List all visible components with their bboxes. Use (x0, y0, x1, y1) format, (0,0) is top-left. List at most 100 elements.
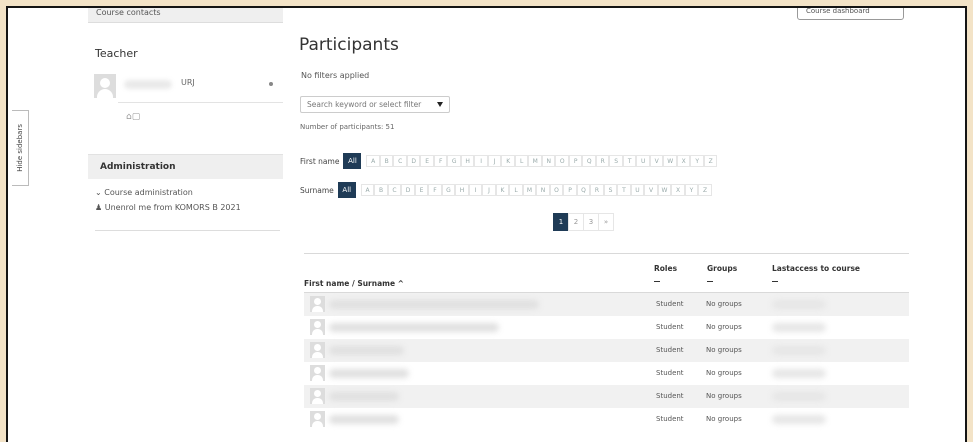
surname-letter-k[interactable]: K (495, 184, 510, 196)
firstname-letter-k[interactable]: K (501, 155, 515, 167)
surname-initials-bar: Surname All ABCDEFGHIJKLMNOPQRSTUVWXYZ (300, 182, 712, 198)
surname-letter-l[interactable]: L (509, 184, 523, 196)
firstname-letter-u[interactable]: U (636, 155, 650, 167)
surname-letter-y[interactable]: Y (684, 184, 699, 196)
column-name-header[interactable]: First name / Surname ^ (304, 279, 404, 288)
page-3-button[interactable]: 3 (583, 213, 599, 231)
surname-letter-a[interactable]: A (360, 184, 375, 196)
firstname-letter-b[interactable]: B (379, 155, 394, 167)
surname-letter-t[interactable]: T (617, 184, 631, 196)
participant-count: Number of participants: 51 (300, 123, 395, 131)
surname-letter-x[interactable]: X (671, 184, 685, 196)
user-icon: ♟ (95, 203, 105, 212)
participant-name-redacted[interactable] (329, 392, 399, 401)
participant-group: No groups (706, 369, 742, 377)
course-dashboard-button[interactable]: Course dashboard (797, 8, 904, 20)
administration-header: Administration (88, 154, 283, 179)
surname-letter-b[interactable]: B (374, 184, 388, 196)
caret-down-icon (437, 102, 443, 107)
firstname-letter-n[interactable]: N (541, 155, 556, 167)
participant-role: Student (656, 346, 684, 354)
teacher-contact[interactable]: URJ ⌂▢ (88, 70, 283, 122)
firstname-letter-v[interactable]: V (649, 155, 664, 167)
surname-letter-p[interactable]: P (563, 184, 577, 196)
participant-group: No groups (706, 346, 742, 354)
surname-letter-f[interactable]: F (428, 184, 442, 196)
course-administration-link[interactable]: ⌄ Course administration (95, 188, 283, 197)
firstname-letter-e[interactable]: E (420, 155, 434, 167)
participant-name-redacted[interactable] (329, 300, 539, 309)
firstname-letter-d[interactable]: D (406, 155, 421, 167)
message-icon[interactable]: ⌂▢ (126, 112, 140, 122)
firstname-letter-a[interactable]: A (366, 155, 380, 167)
hide-sidebars-label: Hide sidebars (16, 124, 24, 172)
surname-letter-o[interactable]: O (549, 184, 564, 196)
filter-select[interactable]: Search keyword or select filter (300, 96, 450, 113)
teacher-name[interactable]: URJ (181, 78, 195, 87)
firstname-letter-w[interactable]: W (663, 155, 677, 167)
firstname-letter-p[interactable]: P (568, 155, 583, 167)
chevron-down-icon: ⌄ (95, 188, 105, 197)
unenrol-link[interactable]: ♟ Unenrol me from KOMORS B 2021 (95, 203, 283, 212)
surname-letter-u[interactable]: U (630, 184, 645, 196)
surname-letter-e[interactable]: E (414, 184, 429, 196)
surname-letter-j[interactable]: J (482, 184, 496, 196)
surname-label: Surname (300, 185, 334, 195)
participant-group: No groups (706, 415, 742, 423)
firstname-letter-t[interactable]: T (622, 155, 637, 167)
firstname-letter-s[interactable]: S (609, 155, 623, 167)
surname-all-button[interactable]: All (337, 182, 356, 198)
table-body: Student No groups Student No groups Student N… (304, 293, 909, 431)
table-row: Student No groups (304, 362, 909, 385)
avatar (310, 365, 325, 381)
surname-letter-h[interactable]: H (455, 184, 469, 196)
surname-letter-d[interactable]: D (401, 184, 415, 196)
firstname-letter-c[interactable]: C (393, 155, 407, 167)
surname-letter-s[interactable]: S (603, 184, 618, 196)
firstname-letter-f[interactable]: F (433, 155, 448, 167)
firstname-letter-z[interactable]: Z (703, 155, 718, 167)
participant-name-redacted[interactable] (329, 323, 499, 332)
firstname-letter-r[interactable]: R (595, 155, 610, 167)
hide-sidebars-button[interactable]: Hide sidebars (12, 110, 29, 186)
participant-group: No groups (706, 323, 742, 331)
surname-letter-c[interactable]: C (387, 184, 402, 196)
avatar (310, 319, 325, 335)
participant-role: Student (656, 300, 684, 308)
firstname-letter-i[interactable]: I (474, 155, 488, 167)
firstname-letter-q[interactable]: Q (582, 155, 596, 167)
sidebar-divider (95, 230, 280, 231)
firstname-letter-y[interactable]: Y (690, 155, 704, 167)
participant-name-redacted[interactable] (329, 415, 399, 424)
firstname-letter-l[interactable]: L (514, 155, 529, 167)
participant-name-redacted[interactable] (329, 346, 404, 355)
no-filters-text: No filters applied (301, 71, 370, 80)
browser-frame: Hide sidebars Course contacts Teacher UR… (6, 6, 967, 442)
page-1-button[interactable]: 1 (553, 213, 569, 231)
firstname-letter-h[interactable]: H (460, 155, 475, 167)
column-lastaccess-header[interactable]: Lastaccess to course (772, 264, 860, 282)
next-page-button[interactable]: » (598, 213, 614, 231)
firstname-letter-m[interactable]: M (528, 155, 542, 167)
teacher-divider (118, 102, 283, 103)
firstname-initials-bar: First name All ABCDEFGHIJKLMNOPQRSTUVWXY… (300, 153, 718, 169)
firstname-letter-x[interactable]: X (676, 155, 691, 167)
firstname-letter-g[interactable]: G (447, 155, 461, 167)
surname-letter-q[interactable]: Q (576, 184, 591, 196)
surname-letter-r[interactable]: R (590, 184, 604, 196)
firstname-all-button[interactable]: All (343, 153, 362, 169)
participant-name-redacted[interactable] (329, 369, 409, 378)
surname-letter-n[interactable]: N (536, 184, 550, 196)
firstname-letter-o[interactable]: O (555, 155, 569, 167)
last-access-redacted (772, 346, 826, 355)
surname-letter-w[interactable]: W (657, 184, 672, 196)
avatar (310, 296, 325, 312)
firstname-letter-j[interactable]: J (487, 155, 502, 167)
page-2-button[interactable]: 2 (568, 213, 584, 231)
teacher-avatar (94, 74, 116, 98)
surname-letter-m[interactable]: M (522, 184, 537, 196)
surname-letter-g[interactable]: G (441, 184, 456, 196)
surname-letter-i[interactable]: I (468, 184, 483, 196)
surname-letter-z[interactable]: Z (698, 184, 712, 196)
surname-letter-v[interactable]: V (644, 184, 658, 196)
